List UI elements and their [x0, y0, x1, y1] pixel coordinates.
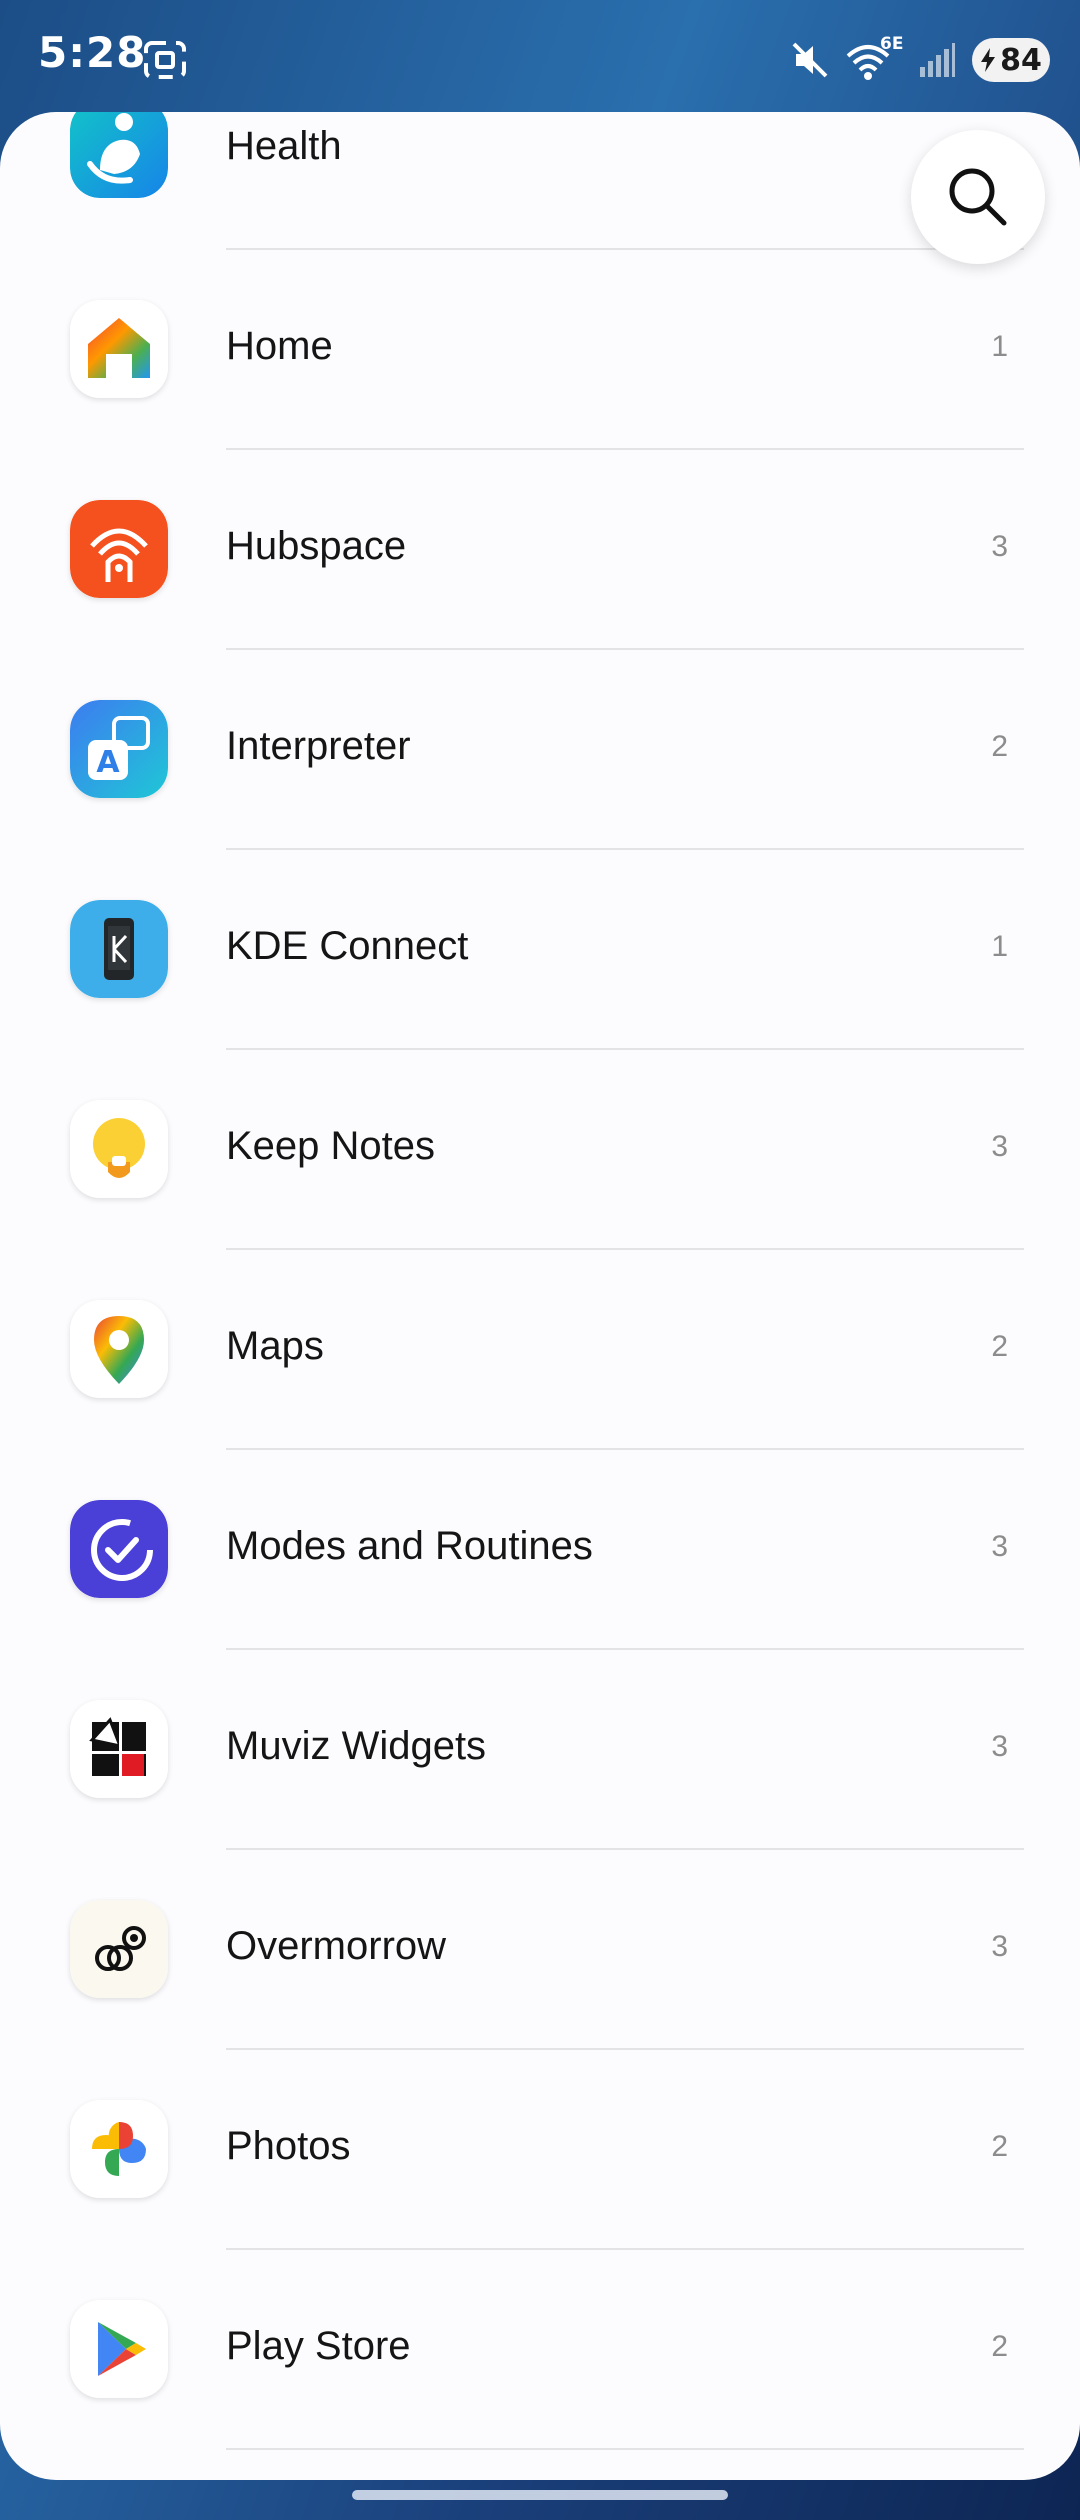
app-name: Interpreter — [226, 724, 411, 768]
play-store-icon — [70, 2300, 168, 2398]
app-count: 3 — [991, 1930, 1008, 1963]
app-count: 2 — [991, 1330, 1008, 1363]
battery-level: 84 — [1000, 42, 1042, 78]
status-icons: 6E 84 — [790, 32, 1050, 88]
app-count: 2 — [991, 2330, 1008, 2363]
app-count: 2 — [991, 2130, 1008, 2163]
app-row-modes-routines[interactable]: Modes and Routines 3 — [0, 1450, 1080, 1650]
app-name: KDE Connect — [226, 924, 469, 968]
svg-text:A: A — [96, 745, 120, 780]
home-icon — [70, 300, 168, 398]
app-count: 2 — [991, 730, 1008, 763]
app-name: Home — [226, 324, 333, 368]
app-row-kde-connect[interactable]: KDE Connect 1 — [0, 850, 1080, 1050]
kde-connect-icon — [70, 900, 168, 998]
screenshot-icon — [144, 41, 186, 79]
app-name: Photos — [226, 2124, 351, 2168]
app-name: Hubspace — [226, 524, 407, 568]
search-icon — [949, 168, 1007, 226]
health-icon — [70, 112, 168, 198]
app-row-interpreter[interactable]: A Interpreter 2 — [0, 650, 1080, 850]
app-count: 3 — [991, 1130, 1008, 1163]
status-bar: 5:28 6E 84 — [0, 0, 1080, 115]
app-row-hubspace[interactable]: Hubspace 3 — [0, 450, 1080, 650]
app-name: Modes and Routines — [226, 1524, 593, 1568]
hubspace-icon — [70, 500, 168, 598]
app-count: 3 — [991, 530, 1008, 563]
mute-icon — [792, 42, 828, 78]
maps-icon — [70, 1300, 168, 1398]
keep-notes-icon — [70, 1100, 168, 1198]
interpreter-icon: A — [70, 700, 168, 798]
photos-icon — [70, 2100, 168, 2198]
app-name: Play Store — [226, 2324, 411, 2368]
charging-icon — [981, 48, 996, 72]
app-row-overmorrow[interactable]: Overmorrow 3 — [0, 1850, 1080, 2050]
app-row-play-store[interactable]: Play Store 2 — [0, 2250, 1080, 2450]
app-row-photos[interactable]: Photos 2 — [0, 2050, 1080, 2250]
signal-icon — [920, 43, 955, 77]
app-row-maps[interactable]: Maps 2 — [0, 1250, 1080, 1450]
battery-indicator: 84 — [972, 38, 1050, 82]
status-time: 5:28 — [38, 28, 147, 77]
app-list-card: Health Home 1 Hubspace 3 A Interpreter 2… — [0, 112, 1080, 2480]
app-count: 3 — [991, 1730, 1008, 1763]
app-row-keep-notes[interactable]: Keep Notes 3 — [0, 1050, 1080, 1250]
app-row-home[interactable]: Home 1 — [0, 250, 1080, 450]
app-row-muviz[interactable]: Muviz Widgets 3 — [0, 1650, 1080, 1850]
app-name: Muviz Widgets — [226, 1724, 487, 1768]
app-name: Maps — [226, 1324, 324, 1368]
wifi-icon: 6E — [846, 34, 903, 82]
overmorrow-icon — [70, 1900, 168, 1998]
network-label: 6E — [880, 34, 904, 54]
app-name: Overmorrow — [226, 1924, 447, 1968]
app-name: Keep Notes — [226, 1124, 436, 1168]
app-name: Health — [226, 124, 342, 168]
app-count: 1 — [991, 930, 1008, 963]
modes-routines-icon — [70, 1500, 168, 1598]
muviz-icon — [70, 1700, 168, 1798]
search-button[interactable] — [911, 130, 1045, 264]
app-count: 1 — [991, 330, 1008, 363]
row-divider — [226, 2448, 1024, 2450]
app-count: 3 — [991, 1530, 1008, 1563]
gesture-nav-handle[interactable] — [352, 2490, 728, 2500]
